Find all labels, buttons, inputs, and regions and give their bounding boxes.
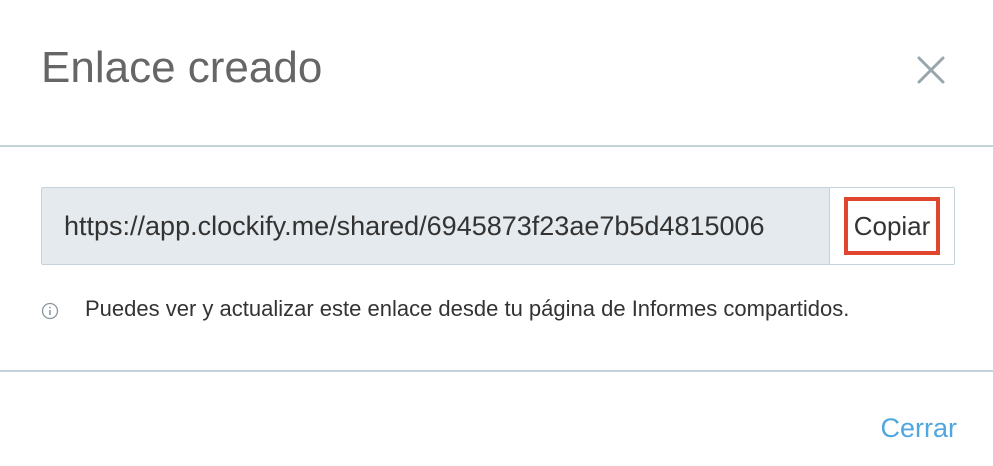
close-button[interactable]: Cerrar	[880, 412, 957, 444]
share-link-dialog: Enlace creado https://app.clockify.me/sh…	[0, 0, 993, 466]
copy-button[interactable]: Copiar	[830, 188, 954, 264]
shared-link-group: https://app.clockify.me/shared/6945873f2…	[41, 187, 955, 265]
info-message: Puedes ver y actualizar este enlace desd…	[41, 294, 849, 324]
info-circle-icon	[41, 302, 59, 320]
close-icon[interactable]	[912, 51, 950, 89]
dialog-title: Enlace creado	[41, 43, 323, 92]
footer-divider	[0, 370, 993, 372]
copy-button-label: Copiar	[843, 197, 941, 255]
info-text: Puedes ver y actualizar este enlace desd…	[85, 296, 850, 321]
header-divider	[0, 145, 993, 147]
shared-link-input[interactable]: https://app.clockify.me/shared/6945873f2…	[42, 188, 830, 264]
